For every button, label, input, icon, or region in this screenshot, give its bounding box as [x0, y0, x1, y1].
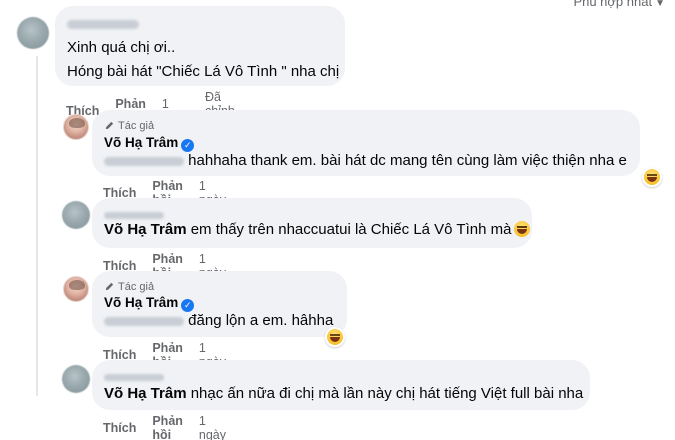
badge-label: Tác giả: [118, 119, 155, 132]
avatar[interactable]: [62, 365, 90, 393]
avatar[interactable]: [17, 17, 49, 49]
comment-bubble: Võ Hạ Trâm em thấy trên nhaccuatui là Ch…: [92, 198, 532, 248]
comment-text: Võ Hạ Trâm nhạc ấn nữa đi chị mà lần này…: [104, 384, 583, 404]
avatar[interactable]: [63, 114, 89, 140]
pencil-icon: [105, 282, 114, 291]
author-row: Võ Hạ Trâm ✓: [104, 294, 195, 312]
comment-text-line-2: Hóng bài hát "Chiếc Lá Vô Tình " nha chị: [67, 63, 340, 80]
sort-dropdown[interactable]: Phù hợp nhất ▼: [573, 0, 665, 9]
comment-bubble: Tác giả Võ Hạ Trâm ✓ hahhaha thank em. bà…: [92, 110, 640, 176]
comment-text: đăng lộn a em. hâhha: [104, 311, 333, 331]
comment-bubble: Tác giả Võ Hạ Trâm ✓ đăng lộn a em. hâhha: [92, 271, 347, 337]
author-name[interactable]: Võ Hạ Trâm: [104, 135, 178, 150]
blurred-mention[interactable]: [104, 156, 184, 166]
comment-body: em thấy trên nhaccuatui là Chiếc Lá Vô T…: [186, 221, 512, 238]
chevron-down-icon: ▼: [655, 0, 665, 9]
comment-text-line-1: Xinh quá chị ơi..: [67, 39, 176, 56]
pencil-icon: [105, 121, 114, 130]
sort-label: Phù hợp nhất: [573, 0, 653, 9]
mention-tag[interactable]: Võ Hạ Trâm: [104, 221, 187, 238]
mention-tag[interactable]: Võ Hạ Trâm: [104, 385, 187, 402]
blurred-mention[interactable]: [104, 316, 184, 326]
author-name-blurred[interactable]: [67, 16, 147, 30]
laughing-emoji-icon: [327, 329, 343, 345]
laughing-emoji-icon: [644, 169, 660, 185]
comment-actions: Thích Phản hồi 1 ngày: [103, 414, 242, 440]
comment-body: đăng lộn a em. hâhha: [184, 312, 334, 329]
comment-text: Võ Hạ Trâm em thấy trên nhaccuatui là Ch…: [104, 220, 531, 240]
avatar[interactable]: [63, 276, 89, 302]
laughing-emoji-icon: [514, 221, 531, 237]
avatar[interactable]: [62, 201, 90, 229]
badge-label: Tác giả: [118, 280, 155, 293]
comment-bubble: Võ Hạ Trâm nhạc ấn nữa đi chị mà lần này…: [92, 360, 590, 410]
author-badge: Tác giả: [104, 280, 154, 293]
laughing-emoji-reaction[interactable]: [325, 327, 345, 347]
thread-line: [36, 56, 38, 396]
comment-text: hahhaha thank em. bài hát dc mang tên cù…: [104, 151, 627, 171]
author-name-blurred[interactable]: [104, 369, 164, 382]
laughing-emoji-reaction[interactable]: [642, 167, 662, 187]
comment-body: nhạc ấn nữa đi chị mà lần này chị hát ti…: [186, 385, 584, 402]
comment-bubble: Xinh quá chị ơi.. Hóng bài hát "Chiếc Lá…: [55, 6, 345, 86]
reply-button[interactable]: Phản hồi: [152, 414, 183, 440]
blurred-author: [104, 374, 164, 382]
author-row: Võ Hạ Trâm ✓: [104, 134, 195, 152]
comment-body: hahhaha thank em. bài hát dc mang tên cù…: [184, 152, 627, 169]
like-button[interactable]: Thích: [103, 421, 136, 435]
blurred-author: [104, 212, 164, 220]
timestamp[interactable]: 1 ngày: [199, 414, 226, 440]
blurred-author: [67, 20, 139, 30]
author-name[interactable]: Võ Hạ Trâm: [104, 295, 178, 310]
author-name-blurred[interactable]: [104, 207, 164, 220]
author-badge: Tác giả: [104, 119, 154, 132]
